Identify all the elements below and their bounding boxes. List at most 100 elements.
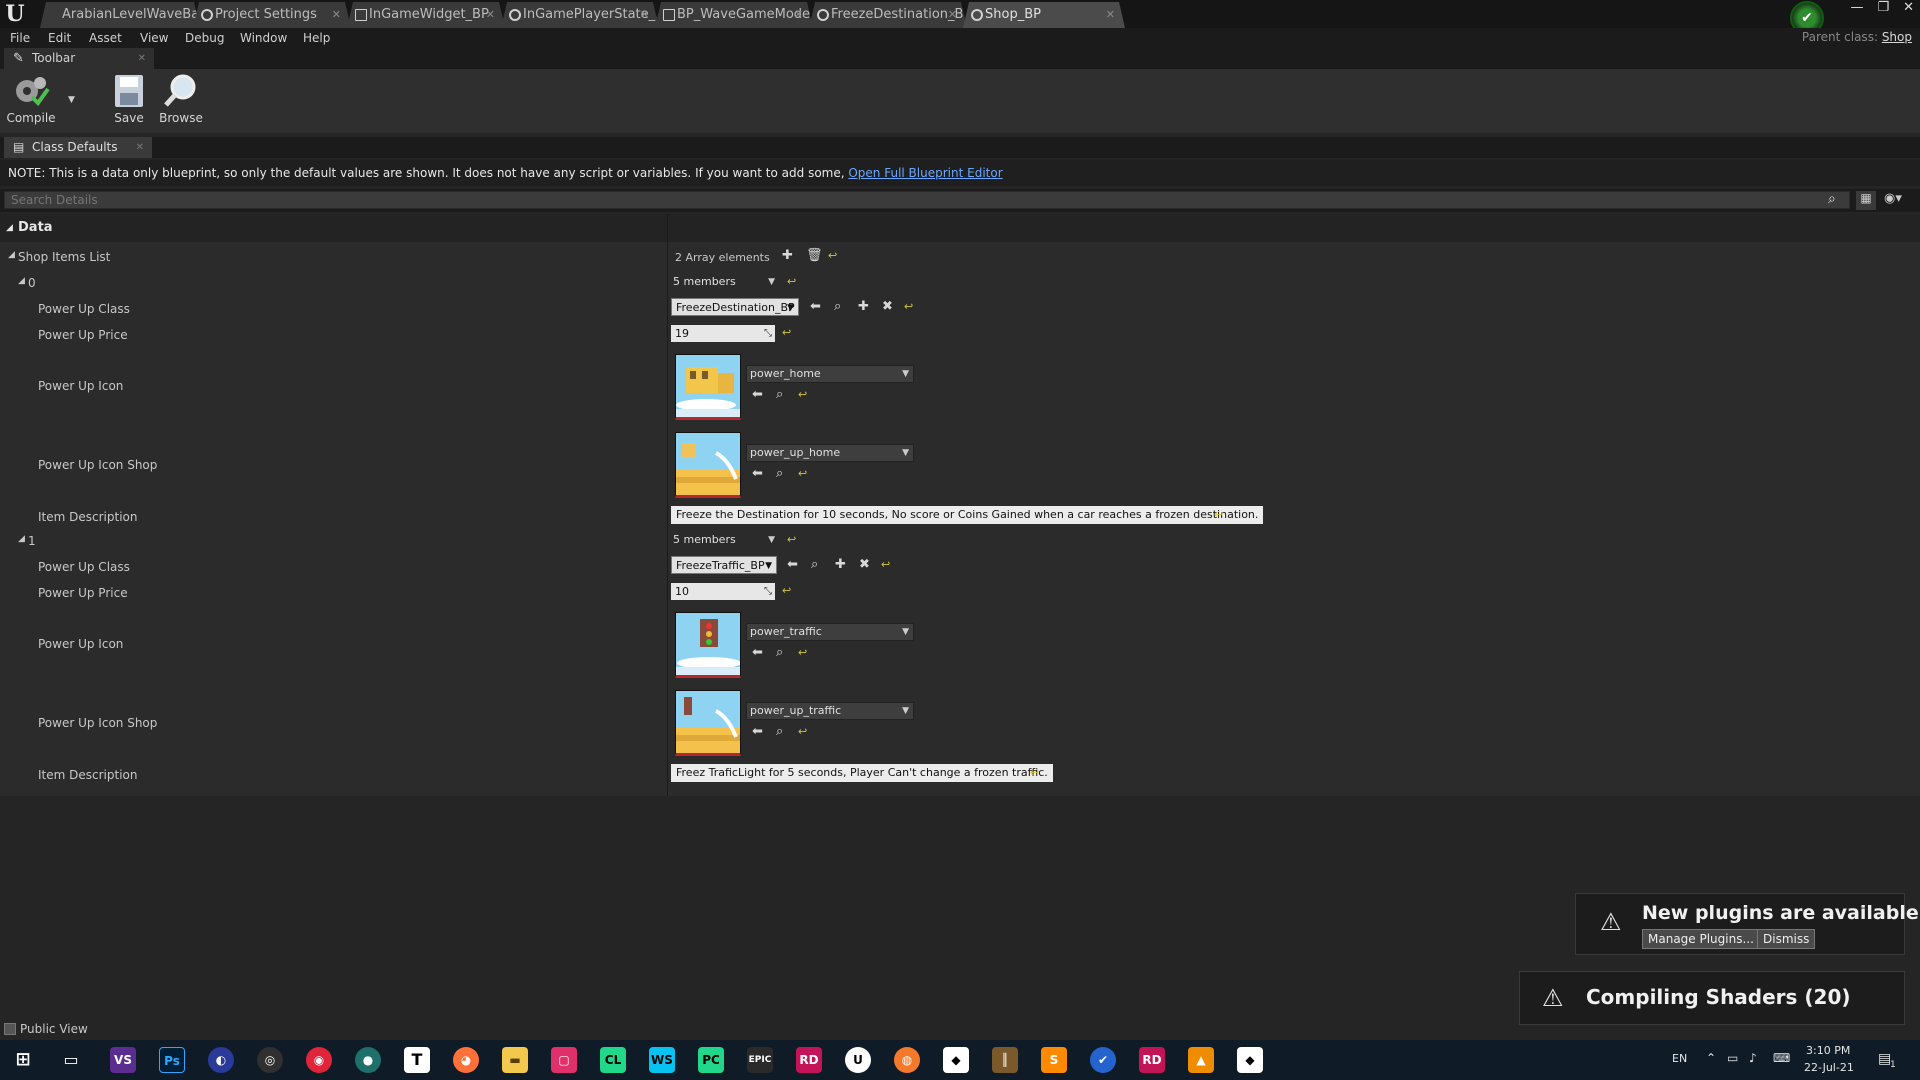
- power-up-home-thumbnail[interactable]: [675, 432, 741, 498]
- open-full-blueprint-editor-link[interactable]: Open Full Blueprint Editor: [848, 166, 1002, 180]
- sublime-icon[interactable]: S: [1041, 1047, 1067, 1073]
- expand-triangle-icon[interactable]: ◢: [18, 276, 25, 286]
- use-selected-arrow-icon[interactable]: ⬅: [752, 646, 763, 660]
- tab-ingameplayerstate-bp[interactable]: InGamePlayerState_BP ✕: [501, 2, 659, 28]
- reset-arrow-icon[interactable]: ↩: [798, 388, 807, 402]
- new-blueprint-plus-icon[interactable]: ✚: [835, 558, 846, 572]
- power-up-traffic-thumbnail[interactable]: [675, 690, 741, 756]
- volume-icon[interactable]: ♪: [1749, 1051, 1757, 1065]
- unreal-engine-icon[interactable]: U: [845, 1047, 871, 1073]
- tab-project-settings[interactable]: Project Settings ✕: [193, 2, 351, 28]
- add-element-icon[interactable]: ✚: [782, 249, 793, 263]
- app-pink-icon[interactable]: ▢: [551, 1047, 577, 1073]
- close-icon[interactable]: ✕: [486, 2, 495, 28]
- close-icon[interactable]: ✕: [138, 48, 146, 69]
- typora-icon[interactable]: T: [404, 1047, 430, 1073]
- view-options-eye-icon[interactable]: ◉▾: [1884, 191, 1902, 206]
- new-blueprint-plus-icon[interactable]: ✚: [858, 300, 869, 314]
- close-icon[interactable]: ✕: [136, 137, 144, 158]
- column-splitter[interactable]: [667, 214, 668, 796]
- rider-2-icon[interactable]: RD: [1139, 1047, 1165, 1073]
- clear-x-icon[interactable]: ✖: [859, 558, 870, 572]
- menu-help[interactable]: Help: [303, 28, 330, 48]
- item-description-input[interactable]: Freeze the Destination for 10 seconds, N…: [671, 506, 1264, 524]
- firefox-icon[interactable]: ◕: [453, 1047, 479, 1073]
- toolbar-tab[interactable]: ✎ Toolbar ✕: [4, 48, 154, 69]
- network-icon[interactable]: ▭: [1727, 1051, 1738, 1065]
- reset-arrow-icon[interactable]: ↩: [798, 467, 807, 481]
- close-icon[interactable]: ✕: [640, 2, 649, 28]
- clock-date[interactable]: 22-Jul-21: [1804, 1061, 1854, 1074]
- power-up-icon-asset-dropdown[interactable]: power_traffic ▼: [746, 623, 914, 641]
- visual-studio-icon[interactable]: VS: [110, 1047, 136, 1073]
- file-explorer-icon[interactable]: ▬: [502, 1047, 528, 1073]
- members-dropdown[interactable]: 5 members ▼: [669, 532, 779, 550]
- power-up-icon-shop-asset-dropdown[interactable]: power_up_home ▼: [746, 444, 914, 462]
- reset-arrow-icon[interactable]: ↩: [798, 646, 807, 660]
- property-matrix-icon[interactable]: ▦: [1856, 191, 1876, 210]
- menu-edit[interactable]: Edit: [48, 28, 71, 48]
- browse-magnifier-icon[interactable]: ⌕: [776, 646, 783, 660]
- close-icon[interactable]: ✕: [332, 2, 341, 28]
- todo-icon[interactable]: ✔: [1090, 1047, 1116, 1073]
- class-defaults-tab[interactable]: ▤ Class Defaults ✕: [4, 137, 152, 158]
- delete-all-icon[interactable]: 🗑: [806, 249, 823, 263]
- power-up-icon-shop-asset-dropdown[interactable]: power_up_traffic ▼: [746, 702, 914, 720]
- close-icon[interactable]: ✕: [1106, 2, 1115, 28]
- language-indicator[interactable]: EN: [1672, 1052, 1687, 1065]
- parent-class-link[interactable]: Shop: [1882, 30, 1912, 44]
- blender-icon[interactable]: ◍: [894, 1047, 920, 1073]
- power-up-class-select[interactable]: FreezeDestination_BP ▼: [671, 298, 799, 316]
- tab-ingamewidget-bp[interactable]: InGameWidget_BP ✕: [347, 2, 505, 28]
- menu-debug[interactable]: Debug: [185, 28, 224, 48]
- photoshop-icon[interactable]: Ps: [159, 1047, 185, 1073]
- category-data-header[interactable]: ◢ Data: [0, 214, 1920, 242]
- use-selected-arrow-icon[interactable]: ⬅: [752, 725, 763, 739]
- browse-magnifier-icon[interactable]: ⌕: [811, 558, 818, 572]
- compile-button[interactable]: Compile: [4, 73, 58, 125]
- webstorm-icon[interactable]: WS: [649, 1047, 675, 1073]
- browse-magnifier-icon[interactable]: ⌕: [776, 388, 783, 402]
- app-red-icon[interactable]: ◉: [306, 1047, 332, 1073]
- menu-file[interactable]: File: [10, 28, 30, 48]
- compile-options-chevron-icon[interactable]: ▼: [68, 95, 75, 105]
- expand-triangle-icon[interactable]: ◢: [8, 250, 15, 260]
- chevron-up-icon[interactable]: ⌃: [1706, 1051, 1716, 1065]
- tab-shop-bp[interactable]: Shop_BP ✕: [963, 2, 1125, 28]
- use-selected-arrow-icon[interactable]: ⬅: [810, 300, 821, 314]
- power-traffic-thumbnail[interactable]: [675, 612, 741, 678]
- search-details-input[interactable]: [4, 191, 1850, 209]
- reset-arrow-icon[interactable]: ↩: [1214, 508, 1223, 522]
- browse-magnifier-icon[interactable]: ⌕: [776, 725, 783, 739]
- power-up-class-select[interactable]: FreezeTraffic_BP ▼: [671, 556, 777, 574]
- reset-arrow-icon[interactable]: ↩: [904, 300, 913, 314]
- reset-arrow-icon[interactable]: ↩: [782, 326, 791, 340]
- app-blue-icon[interactable]: ◐: [208, 1047, 234, 1073]
- pycharm-icon[interactable]: PC: [698, 1047, 724, 1073]
- save-button[interactable]: Save: [102, 73, 156, 125]
- browse-magnifier-icon[interactable]: ⌕: [834, 300, 841, 314]
- obs-icon[interactable]: ◎: [257, 1047, 283, 1073]
- keyboard-icon[interactable]: ⌨: [1773, 1051, 1790, 1065]
- manage-plugins-button[interactable]: Manage Plugins...: [1642, 929, 1760, 949]
- item-description-input[interactable]: Freez TraficLight for 5 seconds, Player …: [671, 764, 1053, 782]
- power-up-icon-asset-dropdown[interactable]: power_home ▼: [746, 365, 914, 383]
- reset-arrow-icon[interactable]: ↩: [782, 584, 791, 598]
- use-selected-arrow-icon[interactable]: ⬅: [787, 558, 798, 572]
- use-selected-arrow-icon[interactable]: ⬅: [752, 388, 763, 402]
- tab-freezedestination-bp[interactable]: FreezeDestination_BP ✕: [809, 2, 967, 28]
- close-icon[interactable]: ✕: [794, 2, 803, 28]
- epic-games-icon[interactable]: EPIC: [747, 1047, 773, 1073]
- reset-arrow-icon[interactable]: ↩: [787, 533, 796, 547]
- windows-start-icon[interactable]: ⊞: [10, 1047, 36, 1073]
- menu-asset[interactable]: Asset: [89, 28, 122, 48]
- unity-2-icon[interactable]: ◆: [1237, 1047, 1263, 1073]
- power-up-price-input[interactable]: 10 ⤡: [671, 583, 775, 600]
- app-teal-icon[interactable]: ●: [355, 1047, 381, 1073]
- clear-x-icon[interactable]: ✖: [882, 300, 893, 314]
- unreal-logo-icon[interactable]: U: [3, 2, 27, 26]
- reset-arrow-icon[interactable]: ↩: [1030, 766, 1039, 780]
- reset-arrow-icon[interactable]: ↩: [828, 249, 837, 263]
- reset-arrow-icon[interactable]: ↩: [787, 275, 796, 289]
- maximize-icon[interactable]: ❐: [1877, 0, 1889, 16]
